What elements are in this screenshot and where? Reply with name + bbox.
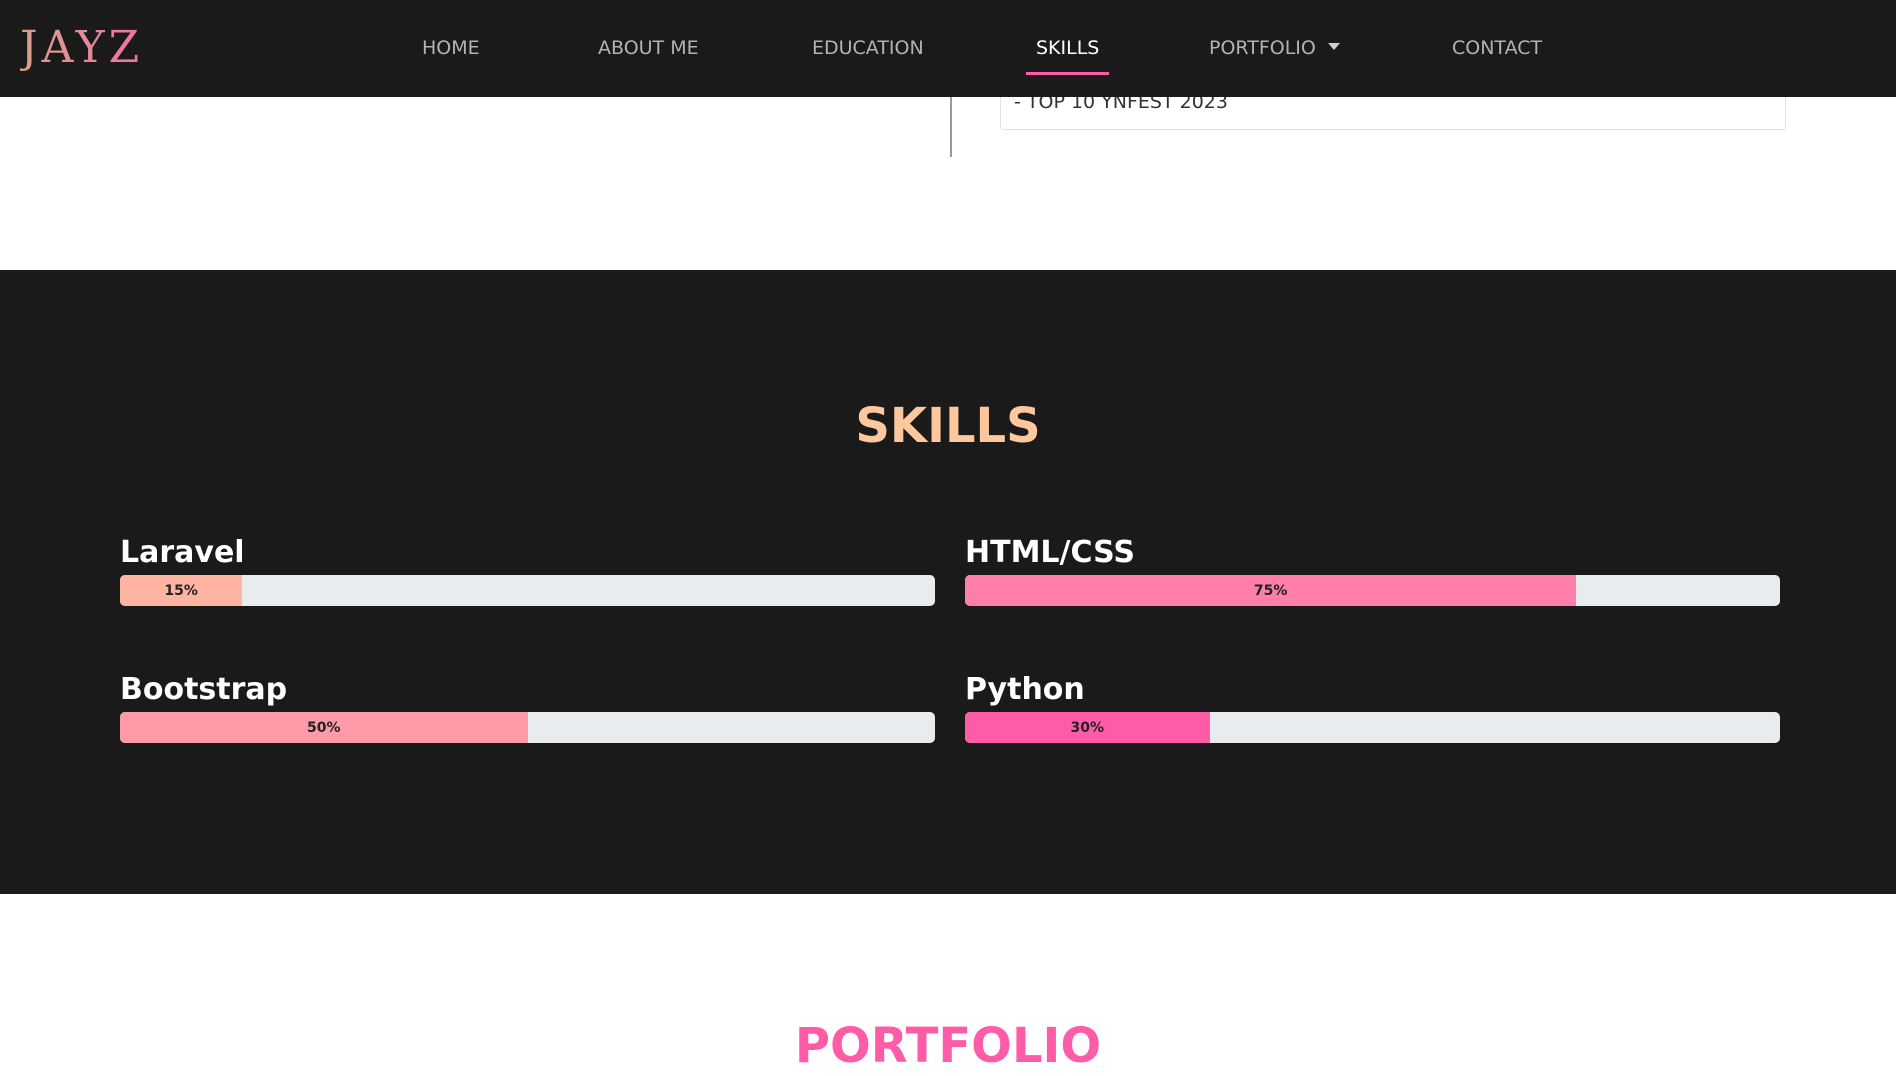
progress-bar: 75% [965, 575, 1780, 606]
progress-bar: 50% [120, 712, 935, 743]
progress-fill: 30% [965, 712, 1210, 743]
progress-fill: 15% [120, 575, 243, 606]
nav-link-portfolio[interactable]: PORTFOLIO [1209, 36, 1340, 60]
progress-bar: 30% [965, 712, 1780, 743]
skill-name: HTML/CSS [965, 535, 1135, 570]
timeline-line [950, 97, 952, 157]
portfolio-title: PORTFOLIO [794, 1018, 1102, 1074]
skill-name: Bootstrap [120, 672, 288, 707]
nav-link-contact[interactable]: CONTACT [1452, 36, 1542, 60]
progress-fill: 50% [120, 712, 528, 743]
skill-name: Laravel [120, 535, 245, 570]
nav-link-education[interactable]: EDUCATION [812, 36, 924, 60]
nav-link-portfolio-label: PORTFOLIO [1209, 37, 1316, 59]
progress-fill: 75% [965, 575, 1577, 606]
skills-section: SKILLS Laravel 15% HTML/CSS 75% Bootstra… [0, 270, 1896, 894]
skill-html-css: HTML/CSS 75% [965, 535, 1780, 606]
skill-python: Python 30% [965, 672, 1780, 743]
progress-bar: 15% [120, 575, 935, 606]
skill-bootstrap: Bootstrap 50% [120, 672, 935, 743]
skills-title: SKILLS [855, 398, 1041, 454]
nav-link-home[interactable]: HOME [422, 36, 480, 60]
brand-logo[interactable]: JAYZ [20, 24, 143, 72]
nav-link-skills[interactable]: SKILLS [1025, 36, 1110, 75]
navbar: JAYZ HOME ABOUT ME EDUCATION SKILLS PORT… [0, 0, 1896, 97]
skill-laravel: Laravel 15% [120, 535, 935, 606]
chevron-down-icon [1327, 43, 1340, 50]
nav-link-about-me[interactable]: ABOUT ME [598, 36, 699, 60]
skill-name: Python [965, 672, 1085, 707]
